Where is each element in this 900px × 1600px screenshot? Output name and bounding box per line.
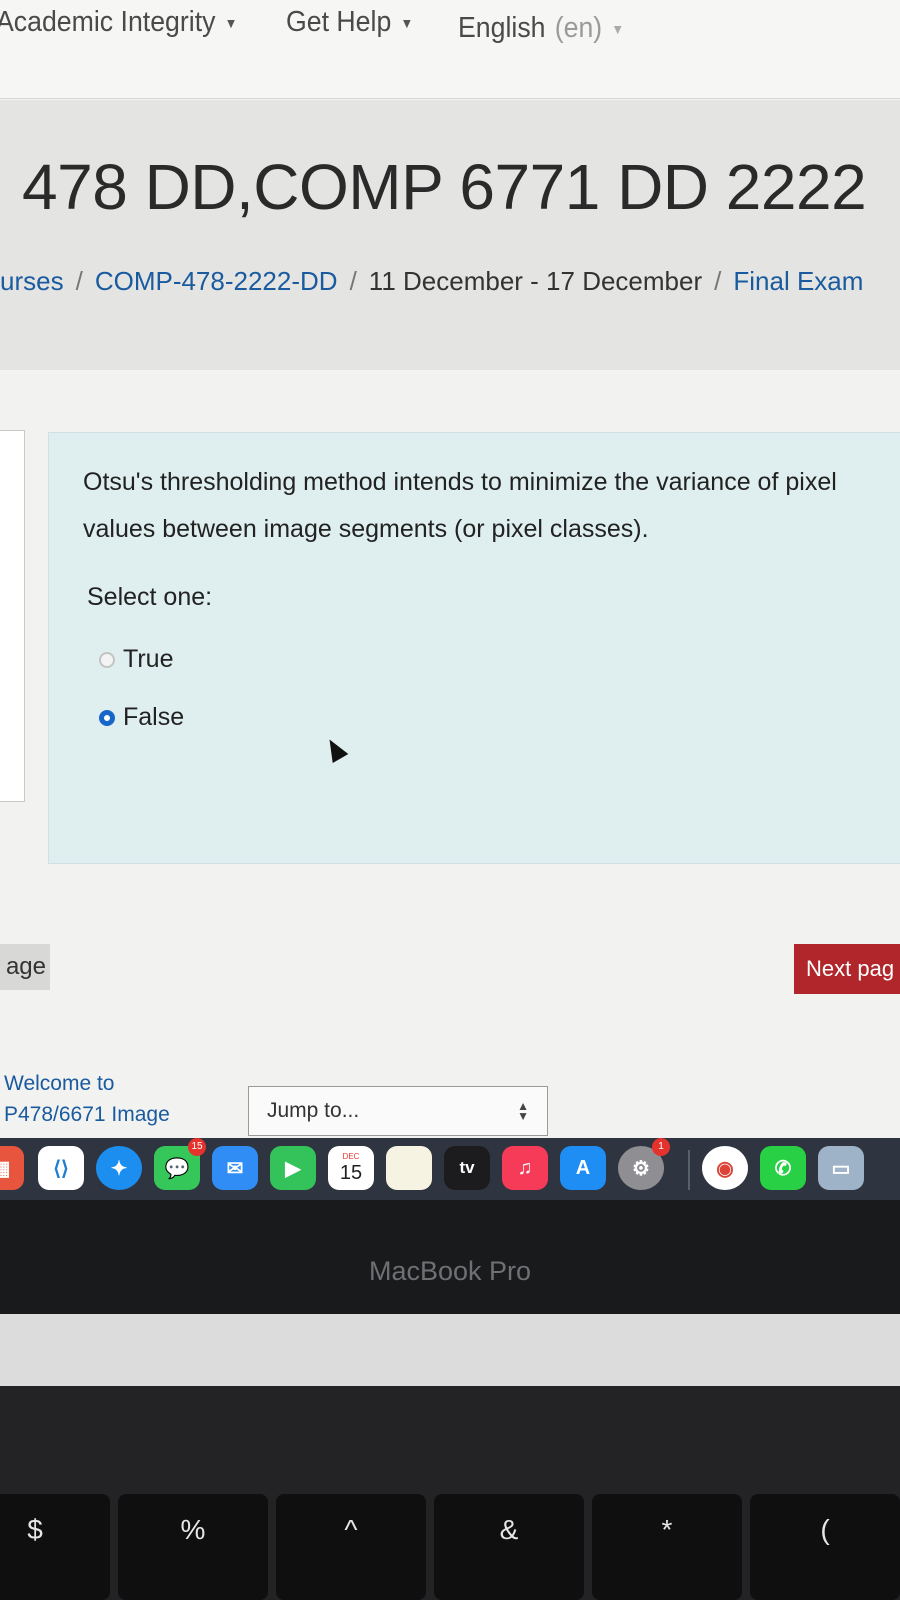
key-ampersand: & [434, 1494, 584, 1600]
option-label: False [123, 703, 185, 731]
key-percent: % [118, 1494, 268, 1600]
mail-icon[interactable]: ✉ [212, 1146, 258, 1190]
previous-page-button[interactable]: age [0, 944, 50, 990]
select-arrows-icon: ▲ ▼ [517, 1099, 529, 1123]
question-info-panel [0, 430, 25, 802]
safari-icon[interactable]: ✦ [96, 1146, 142, 1190]
music-icon[interactable]: ♫ [502, 1146, 548, 1190]
page-header [0, 100, 900, 370]
preview-icon[interactable]: ▭ [818, 1146, 864, 1190]
settings-badge: 1 [652, 1138, 670, 1156]
app-store-icon[interactable]: A [560, 1146, 606, 1190]
option-false[interactable]: False [99, 703, 184, 732]
macbook-model-label: MacBook Pro [368, 1256, 532, 1286]
calendar-icon[interactable]: DEC 15 [328, 1146, 374, 1190]
get-help-menu[interactable]: Get Help ▼ [286, 6, 413, 39]
calendar-day: 15 [339, 1162, 363, 1184]
language-code: (en) [554, 12, 603, 44]
breadcrumb-separator: / [714, 266, 722, 296]
breadcrumb-quiz[interactable]: Final Exam [733, 266, 863, 297]
academic-integrity-label: Academic Integrity [0, 6, 216, 38]
caret-down-icon: ▼ [224, 14, 238, 31]
breadcrumb: urses / COMP-478-2222-DD / 11 December -… [0, 266, 863, 297]
jump-to-placeholder: Jump to... [267, 1099, 360, 1122]
language-menu[interactable]: English (en) ▼ [458, 12, 624, 45]
whatsapp-icon[interactable]: ✆ [760, 1146, 806, 1190]
course-title: 478 DD,COMP 6771 DD 2222 [22, 151, 867, 223]
welcome-line: P478/6671 Image [4, 1103, 170, 1126]
key-asterisk: * [592, 1494, 742, 1600]
key-dollar: $ [0, 1494, 110, 1600]
caret-down-icon: ▼ [611, 20, 625, 37]
launchpad-icon[interactable]: ▦ [0, 1146, 24, 1190]
breadcrumb-week[interactable]: 11 December - 17 December [369, 266, 702, 297]
top-navbar: Academic Integrity ▼ Get Help ▼ English … [0, 0, 900, 99]
question-box: Otsu's thresholding method intends to mi… [48, 432, 900, 864]
notes-icon[interactable] [386, 1146, 432, 1190]
dock-divider [688, 1150, 690, 1190]
radio-unselected-icon[interactable] [99, 651, 115, 668]
question-text: Otsu's thresholding method intends to mi… [83, 468, 837, 543]
key-paren: ( [750, 1494, 900, 1600]
system-settings-icon[interactable]: ⚙ 1 [618, 1138, 670, 1190]
breadcrumb-separator: / [349, 266, 357, 296]
browser-screen: Academic Integrity ▼ Get Help ▼ English … [0, 0, 900, 1210]
jump-to-select[interactable]: Jump to... ▲ ▼ [248, 1086, 548, 1136]
messages-icon[interactable]: 💬 15 [154, 1138, 206, 1190]
caret-down-icon: ▼ [400, 14, 414, 31]
breadcrumb-separator: / [75, 266, 83, 296]
academic-integrity-menu[interactable]: Academic Integrity ▼ [0, 6, 237, 39]
option-true[interactable]: True [99, 645, 173, 674]
apple-tv-label: tv [459, 1158, 475, 1177]
radio-selected-icon[interactable] [99, 709, 115, 726]
calendar-month: DEC [342, 1152, 360, 1161]
apple-tv-icon[interactable]: tv [444, 1146, 490, 1190]
language-label: English [458, 12, 546, 44]
get-help-label: Get Help [286, 6, 392, 38]
select-one-prompt: Select one: [87, 583, 213, 611]
breadcrumb-course[interactable]: COMP-478-2222-DD [95, 266, 338, 297]
messages-badge: 15 [188, 1138, 206, 1156]
key-caret: ^ [276, 1494, 426, 1600]
option-label: True [123, 645, 174, 673]
welcome-line: Welcome to [4, 1072, 115, 1095]
next-page-button[interactable]: Next pag [794, 944, 900, 994]
vscode-icon[interactable]: ⟨⟩ [38, 1146, 84, 1190]
breadcrumb-courses[interactable]: urses [0, 266, 64, 297]
welcome-link[interactable]: Welcome to P478/6671 Image [4, 1068, 170, 1130]
chrome-icon[interactable]: ◉ [702, 1146, 748, 1190]
laptop-hinge [0, 1314, 900, 1386]
facetime-icon[interactable]: ▶ [270, 1146, 316, 1190]
